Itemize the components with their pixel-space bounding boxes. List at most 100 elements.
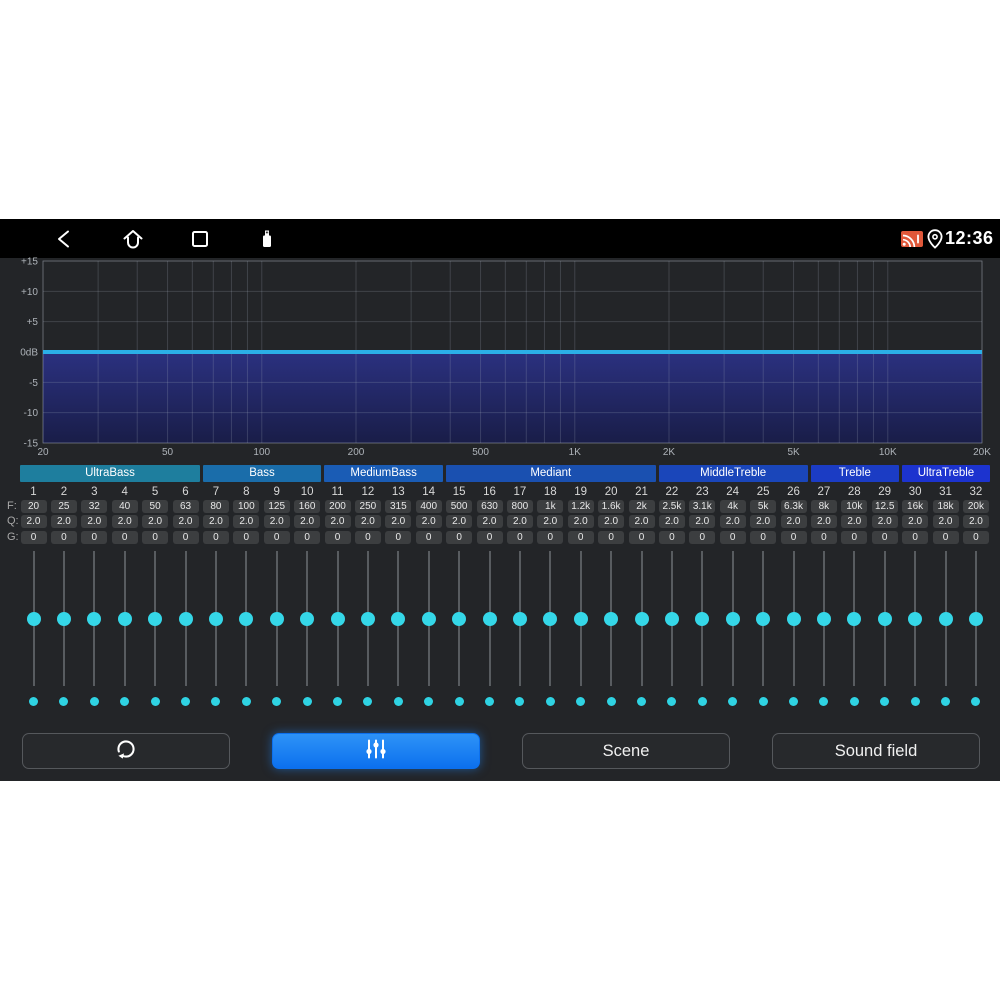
eq-slider-knob[interactable]: [208, 611, 223, 626]
eq-slider-knob[interactable]: [543, 611, 558, 626]
slider-min-dot: [576, 697, 586, 706]
frequency-value: 125: [263, 500, 290, 513]
eq-frequency-response-graph: +15 +10 +5 0dB -5 -10 -1520 50 100 200 500 1K 2K 5K 10…: [20, 257, 991, 459]
home-icon[interactable]: [121, 227, 145, 251]
band-number: 9: [273, 486, 280, 498]
band-number: 3: [91, 486, 98, 498]
frequency-value: 25: [50, 500, 77, 513]
band-number: 1: [30, 486, 37, 498]
eq-slider-knob[interactable]: [968, 611, 983, 626]
eq-slider-knob[interactable]: [269, 611, 284, 626]
frequency-value: 160: [294, 500, 321, 513]
y-axis-tick-label: +15: [21, 257, 38, 268]
q-factor-row-label: Q:: [7, 515, 19, 527]
slider-min-dot: [515, 697, 525, 706]
eq-slider-knob[interactable]: [816, 611, 831, 626]
eq-slider-knob[interactable]: [239, 611, 254, 626]
slider-min-dot: [59, 697, 69, 706]
q-factor-value: 2.0: [415, 515, 442, 528]
band-number: 25: [756, 486, 770, 498]
back-icon[interactable]: [53, 227, 77, 251]
band-number: 19: [574, 486, 588, 498]
q-factor-value: 2.0: [506, 515, 533, 528]
gain-value: 0: [871, 531, 898, 544]
eq-slider-knob[interactable]: [573, 611, 588, 626]
eq-slider-knob[interactable]: [178, 611, 193, 626]
band-number: 4: [121, 486, 128, 498]
slider-min-dot: [120, 697, 130, 706]
q-factor-value: 2.0: [20, 515, 47, 528]
q-factor-value: 2.0: [902, 515, 929, 528]
eq-slider-knob[interactable]: [421, 611, 436, 626]
eq-slider-knob[interactable]: [847, 611, 862, 626]
band-group-bass: Bass: [202, 465, 322, 482]
usb-icon[interactable]: [255, 227, 279, 251]
frequency-value: 8k: [810, 500, 837, 513]
recents-icon[interactable]: [188, 227, 212, 251]
frequency-value: 3.1k: [689, 500, 716, 513]
eq-slider-knob[interactable]: [877, 611, 892, 626]
eq-slider-knob[interactable]: [756, 611, 771, 626]
equalizer-screen: +15 +10 +5 0dB -5 -10 -15 20 50 100 200 500 1K 2K 5K 10…: [0, 257, 1000, 781]
eq-slider-knob[interactable]: [725, 611, 740, 626]
eq-slider-knob[interactable]: [786, 611, 801, 626]
x-axis-tick-label: 10K: [879, 447, 897, 458]
eq-slider-knob[interactable]: [300, 611, 315, 626]
q-factor-value: 2.0: [446, 515, 473, 528]
frequency-value: 1.2k: [567, 500, 594, 513]
x-axis-tick-label: 2K: [663, 447, 676, 458]
eq-slider-knob[interactable]: [360, 611, 375, 626]
reset-button[interactable]: [22, 733, 230, 769]
band-number: 24: [726, 486, 740, 498]
band-number: 12: [361, 486, 375, 498]
gain-value: 0: [233, 531, 260, 544]
eq-slider-knob[interactable]: [148, 611, 163, 626]
band-number: 20: [604, 486, 618, 498]
slider-min-dot: [302, 697, 312, 706]
x-axis-tick-label: 50: [162, 447, 174, 458]
sound-field-button[interactable]: Sound field: [772, 733, 980, 769]
gain-value: 0: [780, 531, 807, 544]
eq-slider-knob[interactable]: [330, 611, 345, 626]
gain-value: 0: [506, 531, 533, 544]
slider-min-dot: [89, 697, 99, 706]
q-factor-value: 2.0: [567, 515, 594, 528]
equalizer-button[interactable]: [272, 733, 480, 769]
eq-slider-knob[interactable]: [634, 611, 649, 626]
frequency-value: 400: [415, 500, 442, 513]
q-factor-value: 2.0: [172, 515, 199, 528]
band-number: 23: [695, 486, 709, 498]
frequency-value: 80: [202, 500, 229, 513]
slider-min-dot: [971, 697, 981, 706]
eq-slider-knob[interactable]: [117, 611, 132, 626]
eq-slider-knob[interactable]: [604, 611, 619, 626]
frequency-value: 100: [233, 500, 260, 513]
eq-slider-knob[interactable]: [908, 611, 923, 626]
frequency-value: 1k: [537, 500, 564, 513]
frequency-value: 63: [172, 500, 199, 513]
screen-mirror-icon: [900, 229, 924, 248]
eq-slider-knob[interactable]: [26, 611, 41, 626]
eq-slider-knob[interactable]: [452, 611, 467, 626]
slider-min-dot: [363, 697, 373, 706]
band-number: 16: [483, 486, 496, 498]
eq-slider-knob[interactable]: [482, 611, 497, 626]
band-number: 11: [331, 486, 344, 498]
eq-slider-knob[interactable]: [938, 611, 953, 626]
eq-slider-knob[interactable]: [512, 611, 527, 626]
q-factor-value: 2.0: [202, 515, 229, 528]
eq-slider-knob[interactable]: [664, 611, 679, 626]
slider-min-dot: [424, 697, 434, 706]
scene-button[interactable]: Scene: [522, 733, 730, 769]
eq-slider-knob[interactable]: [87, 611, 102, 626]
band-number: 14: [422, 486, 436, 498]
q-factor-value: 2.0: [537, 515, 564, 528]
eq-slider-knob[interactable]: [695, 611, 710, 626]
eq-slider-knob[interactable]: [56, 611, 71, 626]
gain-value: 0: [658, 531, 685, 544]
gain-value: 0: [689, 531, 716, 544]
slider-min-dot: [241, 697, 251, 706]
slider-min-dot: [211, 697, 221, 706]
eq-slider-knob[interactable]: [391, 611, 406, 626]
slider-min-dot: [758, 697, 768, 706]
